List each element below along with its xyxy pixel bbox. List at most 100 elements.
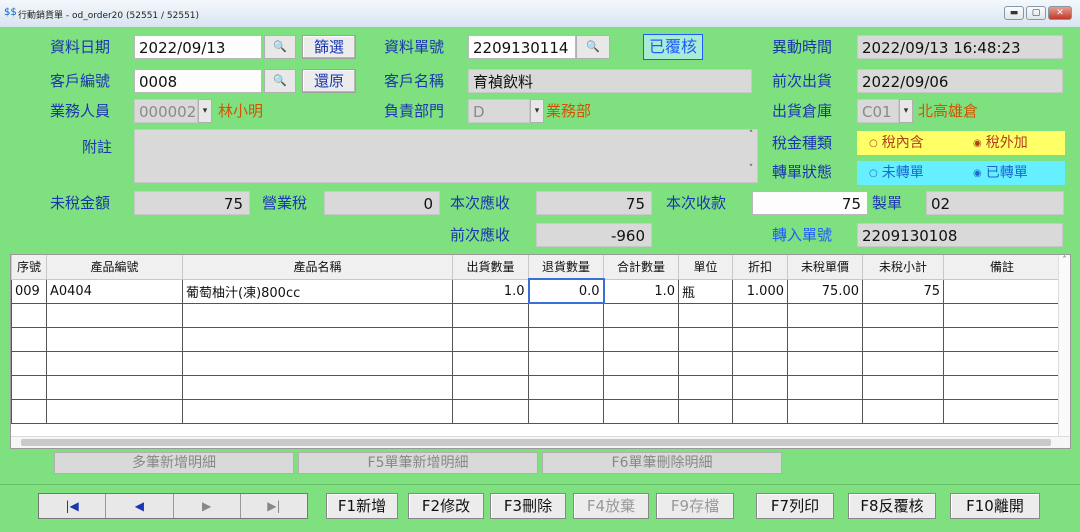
dept-label: 負責部門 bbox=[384, 102, 445, 120]
grid-scroll-thumb[interactable] bbox=[21, 439, 1051, 446]
table-row-empty[interactable] bbox=[11, 351, 1061, 376]
col-product-no[interactable]: 產品編號 bbox=[46, 255, 183, 280]
maximize-icon[interactable]: ▢ bbox=[1026, 6, 1046, 20]
col-unit-price[interactable]: 未稅單價 bbox=[787, 255, 863, 280]
warehouse-name: 北高雄倉 bbox=[918, 102, 979, 120]
radio-empty-icon: ○ bbox=[869, 138, 878, 149]
grid-vertical-scrollbar[interactable]: ˄ bbox=[1058, 255, 1070, 437]
last-record-icon[interactable]: ▶| bbox=[240, 494, 307, 518]
first-record-icon[interactable]: |◀ bbox=[39, 494, 107, 518]
grid-horizontal-scrollbar[interactable] bbox=[11, 436, 1070, 448]
tax-type-label: 稅金種類 bbox=[772, 134, 833, 152]
cell-unit[interactable]: 瓶 bbox=[678, 279, 733, 304]
tax-field: 0 bbox=[324, 191, 440, 215]
customer-no-label: 客戶編號 bbox=[50, 72, 111, 90]
last-ship-field: 2022/09/06 bbox=[857, 69, 1063, 93]
edit-button[interactable]: F2修改 bbox=[408, 493, 484, 519]
record-navigator: |◀ ◀ ▶ ▶| bbox=[38, 493, 308, 519]
date-field[interactable]: 2022/09/13 bbox=[134, 35, 262, 59]
next-record-icon[interactable]: ▶ bbox=[173, 494, 241, 518]
receivable-label: 本次應收 bbox=[450, 194, 511, 212]
minimize-icon[interactable]: ▬ bbox=[1004, 6, 1024, 20]
date-lookup-icon[interactable]: 🔍 bbox=[264, 35, 296, 59]
date-label: 資料日期 bbox=[50, 38, 111, 56]
detail-table: 序號 產品編號 產品名稱 出貨數量 退貨數量 合計數量 單位 折扣 未稅單價 未… bbox=[11, 255, 1061, 424]
sales-name: 林小明 bbox=[218, 102, 264, 120]
col-total-qty[interactable]: 合計數量 bbox=[603, 255, 679, 280]
single-add-detail-button[interactable]: F5單筆新增明細 bbox=[298, 452, 538, 474]
source-no-label[interactable]: 轉入單號 bbox=[772, 223, 832, 247]
cell-subtotal[interactable]: 75 bbox=[862, 279, 944, 304]
filter-button[interactable]: 篩選 bbox=[302, 35, 356, 59]
unreview-button[interactable]: F8反覆核 bbox=[848, 493, 936, 519]
doc-no-lookup-icon[interactable]: 🔍 bbox=[576, 35, 610, 59]
tax-type-radio-group: ○ 稅內含 ◉ 稅外加 bbox=[857, 131, 1065, 155]
abandon-button[interactable]: F4放棄 bbox=[573, 493, 649, 519]
transfer-option-not[interactable]: ○ 未轉單 bbox=[857, 161, 961, 185]
cell-unit-price[interactable]: 75.00 bbox=[787, 279, 863, 304]
sales-code-field[interactable]: 000002 bbox=[134, 99, 198, 123]
prev-record-icon[interactable]: ◀ bbox=[106, 494, 174, 518]
col-seq[interactable]: 序號 bbox=[11, 255, 47, 280]
table-row-empty[interactable] bbox=[11, 327, 1061, 352]
delete-button[interactable]: F3刪除 bbox=[490, 493, 566, 519]
divider bbox=[0, 484, 1080, 485]
warehouse-code-field[interactable]: C01 bbox=[857, 99, 899, 123]
col-subtotal[interactable]: 未稅小計 bbox=[862, 255, 944, 280]
memo-label: 附註 bbox=[82, 138, 113, 156]
cell-total-qty[interactable]: 1.0 bbox=[603, 279, 679, 304]
table-row[interactable]: 009 A0404 葡萄柚汁(凍)800cc 1.0 0.0 1.0 瓶 1.0… bbox=[11, 278, 1061, 304]
cell-ship-qty[interactable]: 1.0 bbox=[452, 279, 529, 304]
cell-remark[interactable] bbox=[943, 279, 1061, 304]
cell-product-name[interactable]: 葡萄柚汁(凍)800cc bbox=[182, 279, 453, 304]
col-remark[interactable]: 備註 bbox=[943, 255, 1061, 280]
dept-name: 業務部 bbox=[546, 102, 592, 120]
restore-button[interactable]: 還原 bbox=[302, 69, 356, 93]
doc-no-label: 資料單號 bbox=[384, 38, 445, 56]
cell-product-no[interactable]: A0404 bbox=[46, 279, 183, 304]
received-field[interactable]: 75 bbox=[752, 191, 868, 215]
sales-dropdown-icon[interactable]: ▾ bbox=[198, 99, 212, 123]
add-button[interactable]: F1新增 bbox=[326, 493, 398, 519]
col-ship-qty[interactable]: 出貨數量 bbox=[452, 255, 529, 280]
exit-button[interactable]: F10離開 bbox=[950, 493, 1040, 519]
received-label: 本次收款 bbox=[666, 194, 727, 212]
col-discount[interactable]: 折扣 bbox=[732, 255, 788, 280]
cell-return-qty[interactable]: 0.0 bbox=[527, 278, 605, 304]
table-row-empty[interactable] bbox=[11, 399, 1061, 424]
dept-dropdown-icon[interactable]: ▾ bbox=[530, 99, 544, 123]
warehouse-dropdown-icon[interactable]: ▾ bbox=[899, 99, 913, 123]
col-product-name[interactable]: 產品名稱 bbox=[182, 255, 453, 280]
print-button[interactable]: F7列印 bbox=[756, 493, 834, 519]
table-row-empty[interactable] bbox=[11, 375, 1061, 400]
radio-empty-icon: ○ bbox=[869, 168, 878, 179]
cell-seq[interactable]: 009 bbox=[11, 279, 47, 304]
col-unit[interactable]: 單位 bbox=[678, 255, 733, 280]
transfer-option-done[interactable]: ◉ 已轉單 bbox=[961, 161, 1065, 185]
detail-grid: 序號 產品編號 產品名稱 出貨數量 退貨數量 合計數量 單位 折扣 未稅單價 未… bbox=[10, 254, 1071, 449]
app-icon: $$ bbox=[4, 7, 17, 18]
transfer-status-label: 轉單狀態 bbox=[772, 163, 833, 181]
doc-no-field[interactable]: 2209130114 bbox=[468, 35, 576, 59]
last-ship-label: 前次出貨 bbox=[772, 72, 833, 90]
close-icon[interactable]: ✕ bbox=[1048, 6, 1072, 20]
single-delete-detail-button[interactable]: F6單筆刪除明細 bbox=[542, 452, 782, 474]
tax-option-exclusive[interactable]: ◉ 稅外加 bbox=[961, 131, 1065, 155]
transfer-status-radio-group: ○ 未轉單 ◉ 已轉單 bbox=[857, 161, 1065, 185]
col-return-qty[interactable]: 退貨數量 bbox=[528, 255, 604, 280]
multi-add-detail-button[interactable]: 多筆新增明細 bbox=[54, 452, 294, 474]
customer-no-field[interactable]: 0008 bbox=[134, 69, 262, 93]
cell-discount[interactable]: 1.000 bbox=[732, 279, 788, 304]
memo-field[interactable]: ˄ ˅ bbox=[134, 129, 758, 183]
sales-label: 業務人員 bbox=[50, 102, 111, 120]
memo-scrollbar[interactable]: ˄ ˅ bbox=[745, 130, 757, 182]
customer-lookup-icon[interactable]: 🔍 bbox=[264, 69, 296, 93]
tax-option-inclusive[interactable]: ○ 稅內含 bbox=[857, 131, 961, 155]
dept-code-field[interactable]: D bbox=[468, 99, 530, 123]
warehouse-label: 出貨倉庫 bbox=[772, 102, 833, 120]
save-button[interactable]: F9存檔 bbox=[656, 493, 734, 519]
window-title: 行動銷貨單 - od_order20 (52551 / 52551) bbox=[18, 11, 200, 21]
maker-field: 02 bbox=[926, 191, 1064, 215]
pretax-field: 75 bbox=[134, 191, 250, 215]
table-row-empty[interactable] bbox=[11, 303, 1061, 328]
